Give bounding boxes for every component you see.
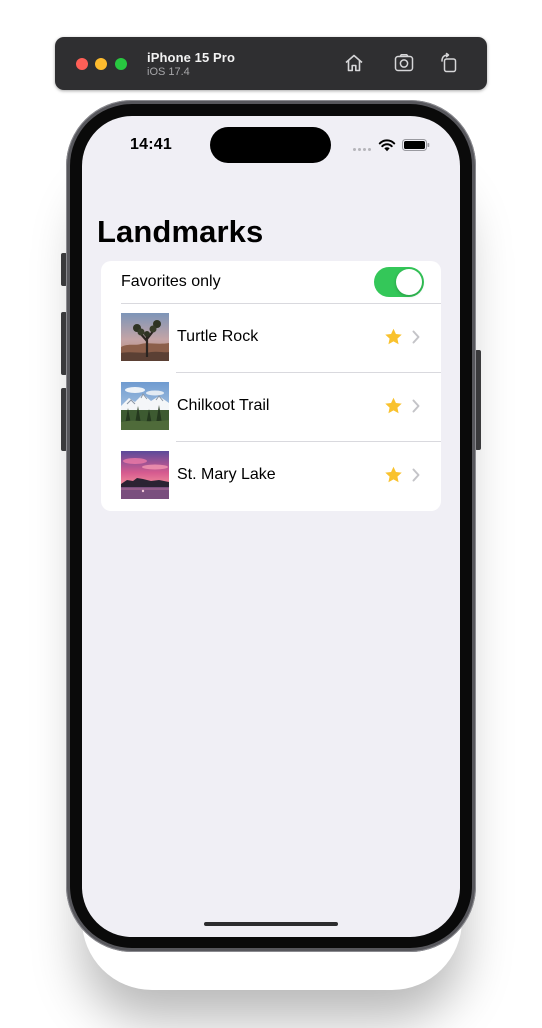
cellular-icon [353,148,373,152]
rotate-icon[interactable] [438,52,460,74]
home-icon[interactable] [343,52,365,74]
landmark-row-chilkoot-trail[interactable]: Chilkoot Trail [101,372,441,441]
favorites-filter-row: Favorites only [101,261,441,303]
turtle-rock-thumbnail [121,313,169,361]
favorites-only-label: Favorites only [121,273,221,290]
landmark-list: Favorites only Turtle Rock Chilkoot Trai… [101,261,441,511]
battery-icon [402,139,430,151]
page-title: Landmarks [97,214,264,249]
favorite-star-icon [385,328,402,345]
landmark-name: St. Mary Lake [177,466,276,483]
toggle-knob [396,269,422,295]
simulator-stage: iPhone 15 Pro iOS 17.4 14:41 Landmarks F… [0,0,542,1028]
home-indicator[interactable] [204,922,338,926]
st-mary-lake-thumbnail [121,451,169,499]
favorites-only-toggle[interactable] [374,267,424,297]
minimize-window-button[interactable] [95,58,107,70]
status-time: 14:41 [130,136,172,153]
zoom-window-button[interactable] [115,58,127,70]
dynamic-island [210,127,331,163]
os-version: iOS 17.4 [147,66,190,78]
chevron-right-icon [412,399,420,413]
screenshot-icon[interactable] [393,52,415,74]
close-window-button[interactable] [76,58,88,70]
chevron-right-icon [412,330,420,344]
phone-screen: 14:41 Landmarks Favorites only Turtle Ro… [82,116,460,937]
wifi-icon [378,139,396,152]
landmark-name: Chilkoot Trail [177,397,270,414]
landmark-row-turtle-rock[interactable]: Turtle Rock [101,303,441,372]
chilkoot-trail-thumbnail [121,382,169,430]
landmark-name: Turtle Rock [177,328,259,345]
favorite-star-icon [385,466,402,483]
chevron-right-icon [412,468,420,482]
favorite-star-icon [385,397,402,414]
simulator-toolbar: iPhone 15 Pro iOS 17.4 [55,37,487,90]
device-name: iPhone 15 Pro [147,50,235,65]
landmark-row-st-mary-lake[interactable]: St. Mary Lake [101,441,441,510]
